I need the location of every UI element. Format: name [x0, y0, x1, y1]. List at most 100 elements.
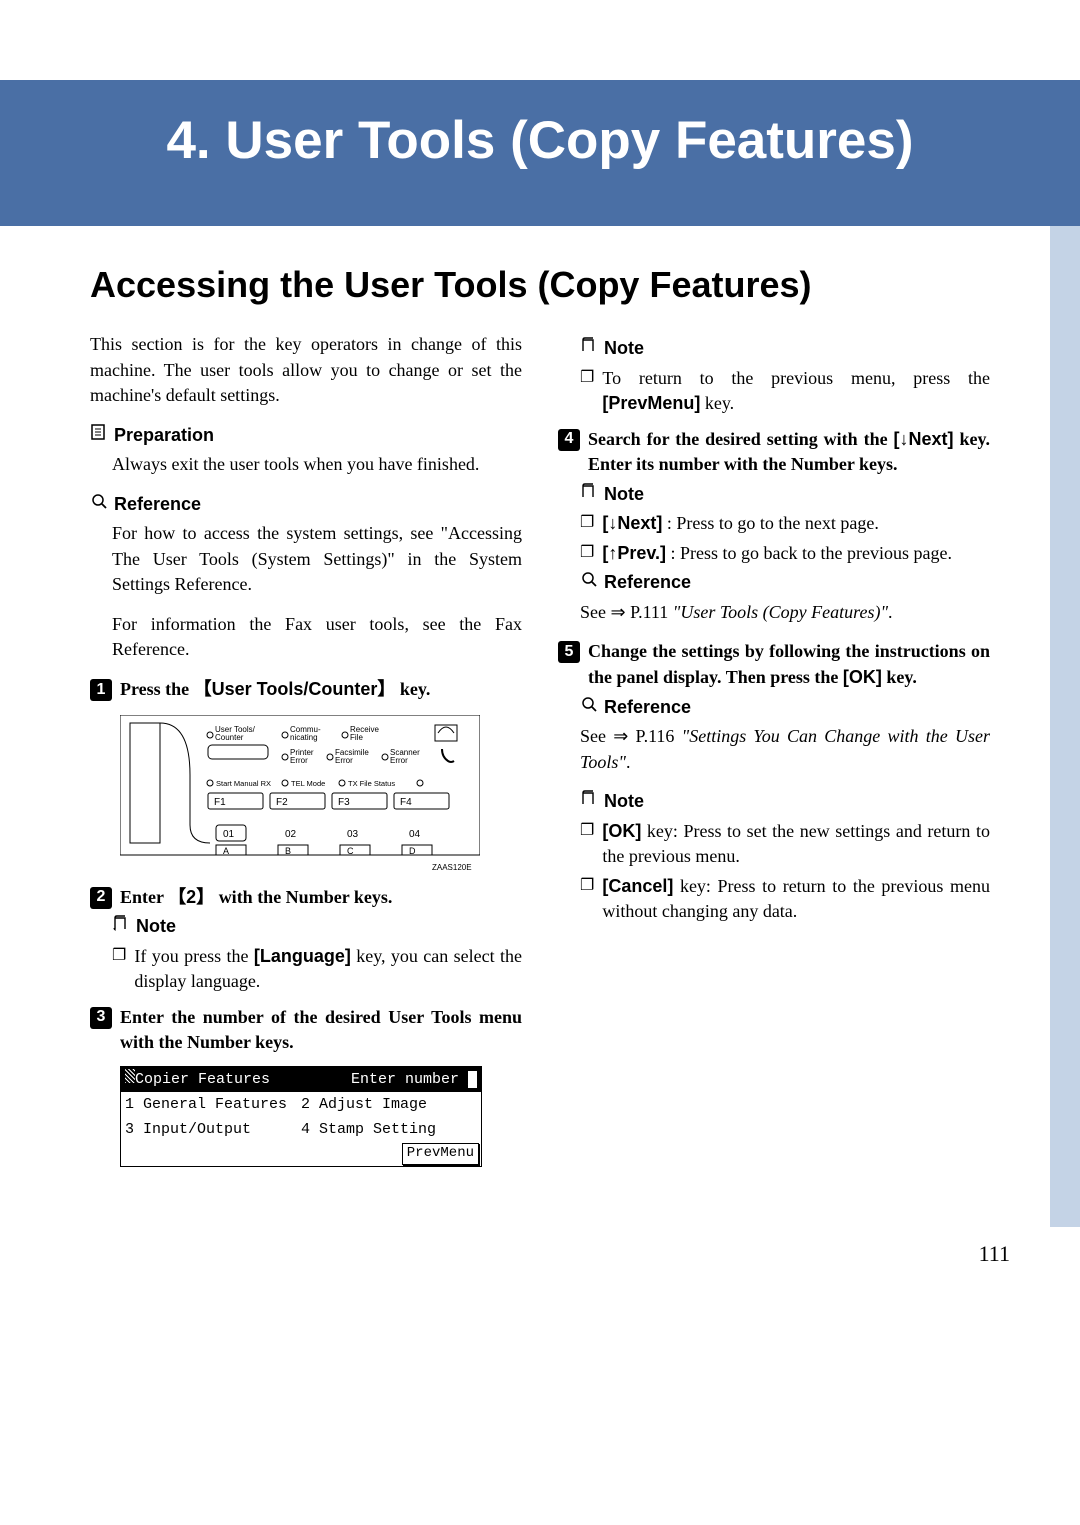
- svg-text:F4: F4: [400, 797, 412, 808]
- step-1: 1 Press the 【User Tools/Counter】 key.: [90, 677, 522, 703]
- step3-note-pre: To return to the previous menu, press th…: [602, 368, 990, 388]
- note-label: Note: [604, 482, 644, 508]
- step3-note-post: key.: [700, 393, 734, 413]
- reference-icon: [580, 695, 598, 721]
- reference-label: Reference: [604, 570, 691, 596]
- section-heading: Accessing the User Tools (Copy Features): [90, 264, 990, 306]
- svg-text:D: D: [409, 846, 416, 856]
- intro-text: This section is for the key operators in…: [90, 332, 522, 409]
- step5-ref-post: .: [626, 752, 631, 772]
- svg-text:A: A: [223, 846, 229, 856]
- bullet-icon: ❐: [580, 511, 594, 537]
- step5-post: key.: [882, 667, 917, 687]
- step4-b1-key: [↓Next]: [602, 513, 662, 533]
- svg-text:F2: F2: [276, 797, 288, 808]
- step2-note-key: [Language]: [254, 946, 351, 966]
- svg-text:Error: Error: [290, 756, 308, 765]
- step1-pre: Press the: [120, 679, 194, 699]
- note-label: Note: [604, 336, 644, 362]
- lcd-display: Copier Features Enter number _ 1 General…: [120, 1066, 482, 1167]
- svg-text:nicating: nicating: [290, 733, 318, 742]
- step2-pre: Enter: [120, 887, 168, 907]
- step-number-3: 3: [90, 1007, 112, 1029]
- reference-text-1: For how to access the system settings, s…: [112, 521, 522, 598]
- step1-key: User Tools/Counter: [212, 679, 378, 699]
- step4-pre: Search for the desired setting with the: [588, 429, 894, 449]
- step5-b2-key: [Cancel]: [602, 876, 673, 896]
- note-label: Note: [604, 789, 644, 815]
- step-3: 3 Enter the number of the desired User T…: [90, 1005, 522, 1056]
- step-number-5: 5: [558, 641, 580, 663]
- svg-text:Start Manual RX: Start Manual RX: [216, 779, 271, 788]
- step3-note-key: [PrevMenu]: [602, 393, 700, 413]
- preparation-text: Always exit the user tools when you have…: [112, 452, 522, 478]
- bullet-icon: ❐: [580, 874, 594, 925]
- step2-key: 2: [186, 887, 196, 907]
- step-2: 2 Enter 【2】 with the Number keys.: [90, 885, 522, 911]
- svg-text:04: 04: [409, 829, 421, 840]
- svg-text:F3: F3: [338, 797, 350, 808]
- chapter-title: 4. User Tools (Copy Features): [0, 110, 1080, 171]
- step1-post: key.: [395, 679, 430, 699]
- step-number-2: 2: [90, 887, 112, 909]
- reference-icon: [580, 570, 598, 596]
- step5-b1-text: key: Press to set the new settings and r…: [602, 821, 990, 867]
- step5-key: [OK]: [843, 667, 882, 687]
- svg-text:03: 03: [347, 829, 359, 840]
- reference-label: Reference: [604, 695, 691, 721]
- step-number-4: 4: [558, 429, 580, 451]
- svg-text:TEL Mode: TEL Mode: [291, 779, 325, 788]
- control-panel-figure: User Tools/ Counter Commu- nicating Rece…: [120, 715, 522, 875]
- display-prompt: Enter number: [351, 1071, 459, 1088]
- step-4: 4 Search for the desired setting with th…: [558, 427, 990, 478]
- svg-text:01: 01: [223, 829, 235, 840]
- step5-pre: Change the settings by following the ins…: [588, 641, 990, 687]
- step4-ref-pre: See ⇒ P.111: [580, 602, 673, 622]
- step-5: 5 Change the settings by following the i…: [558, 639, 990, 690]
- svg-text:Counter: Counter: [215, 733, 244, 742]
- note-icon: [580, 789, 598, 815]
- bullet-icon: ❐: [580, 366, 594, 417]
- step4-b2-key: [↑Prev.]: [602, 543, 666, 563]
- svg-text:F1: F1: [214, 797, 226, 808]
- display-opt4: 4 Stamp Setting: [301, 1119, 477, 1140]
- bullet-icon: ❐: [580, 819, 594, 870]
- reference-icon: [90, 492, 108, 518]
- page-body: Accessing the User Tools (Copy Features)…: [0, 226, 1080, 1227]
- note-icon: [580, 336, 598, 362]
- svg-text:ZAAS120E: ZAAS120E: [432, 863, 472, 872]
- index-tab-stripe: [1050, 226, 1080, 1227]
- bullet-icon: ❐: [580, 541, 594, 567]
- step4-b1-text: : Press to go to the next page.: [662, 513, 878, 533]
- chapter-header: 4. User Tools (Copy Features): [0, 80, 1080, 226]
- bullet-icon: ❐: [112, 944, 126, 995]
- step4-b2-text: : Press to go back to the previous page.: [666, 543, 952, 563]
- step2-post: with the Number keys.: [214, 887, 392, 907]
- step2-note-pre: If you press the: [134, 946, 254, 966]
- svg-text:Error: Error: [390, 756, 408, 765]
- svg-text:B: B: [285, 846, 291, 856]
- column-left: This section is for the key operators in…: [90, 332, 522, 1167]
- step-number-1: 1: [90, 679, 112, 701]
- step5-ref-pre: See ⇒ P.116: [580, 726, 682, 746]
- display-opt2: 2 Adjust Image: [301, 1094, 477, 1115]
- reference-label: Reference: [114, 492, 201, 518]
- note-label: Note: [136, 914, 176, 940]
- page-number: 111: [979, 1241, 1010, 1267]
- svg-text:C: C: [347, 846, 354, 856]
- hatch-icon: [125, 1069, 135, 1083]
- preparation-label: Preparation: [114, 423, 214, 449]
- step4-key: [↓Next]: [894, 429, 954, 449]
- step5-b1-key: [OK]: [602, 821, 641, 841]
- svg-text:File: File: [350, 733, 363, 742]
- step4-ref-ital: "User Tools (Copy Features)": [673, 602, 888, 622]
- reference-text-2: For information the Fax user tools, see …: [112, 612, 522, 663]
- display-title: Copier Features: [135, 1071, 270, 1088]
- svg-text:02: 02: [285, 829, 297, 840]
- svg-text:Error: Error: [335, 756, 353, 765]
- note-icon: [112, 914, 130, 940]
- note-icon: [580, 482, 598, 508]
- display-prevmenu-button[interactable]: PrevMenu: [402, 1143, 479, 1165]
- preparation-icon: [90, 423, 108, 449]
- svg-text:TX File Status: TX File Status: [348, 779, 395, 788]
